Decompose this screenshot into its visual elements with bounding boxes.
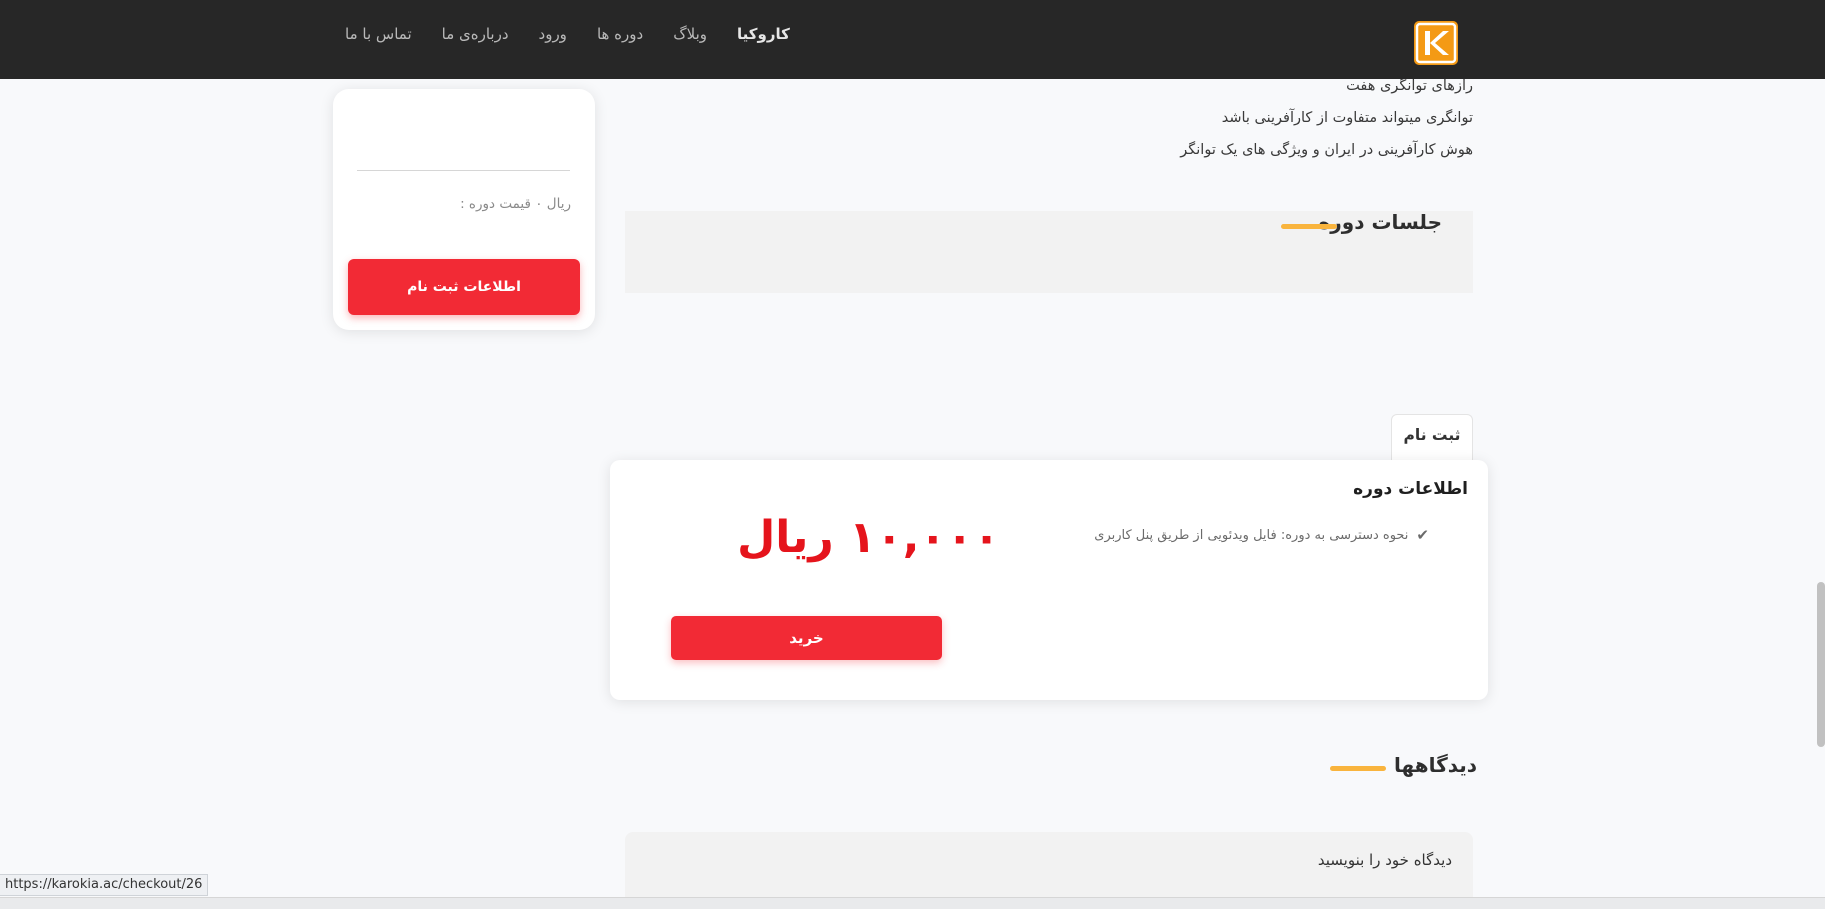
check-icon: ✔ xyxy=(1416,526,1429,544)
nav-item-home[interactable]: کاروکیا xyxy=(737,25,790,43)
divider xyxy=(357,170,570,171)
sessions-title: جلسات دوره xyxy=(1318,210,1442,234)
comments-title: دیدگاهها xyxy=(1394,753,1478,777)
list-item: توانگری میتواند متفاوت از کارآفرینی باشد xyxy=(1221,110,1473,126)
status-bar-url: https://karokia.ac/checkout/26 xyxy=(0,874,209,896)
horizontal-scrollbar[interactable] xyxy=(0,897,1825,909)
list-item: هوش کارآفرینی در ایران و ویژگی های یک تو… xyxy=(1180,142,1473,158)
buy-button[interactable]: خرید xyxy=(671,616,942,660)
course-info-card: اطلاعات دوره ✔ نحوه دسترسی به دوره: فایل… xyxy=(610,460,1488,700)
price-sidebar-card: ریال ۰ قیمت دوره : اطلاعات ثبت نام xyxy=(333,89,595,330)
course-access-feature: ✔ نحوه دسترسی به دوره: فایل ویدئویی از ط… xyxy=(1094,526,1429,544)
vertical-scrollbar-thumb[interactable] xyxy=(1817,582,1825,747)
feature-text: نحوه دسترسی به دوره: فایل ویدئویی از طری… xyxy=(1094,527,1409,543)
nav-item-login[interactable]: ورود xyxy=(539,25,567,43)
course-price: ۱۰,۰۰۰ ریال xyxy=(737,512,1000,563)
write-comment-label: دیدگاه خود را بنویسید xyxy=(1317,851,1452,869)
nav-item-blog[interactable]: وبلاگ xyxy=(673,25,707,43)
nav-item-contact[interactable]: تماس با ما xyxy=(345,25,412,43)
karokia-logo-icon[interactable] xyxy=(1414,21,1458,65)
course-info-title: اطلاعات دوره xyxy=(1353,479,1468,499)
course-price-label: ریال ۰ قیمت دوره : xyxy=(460,196,571,212)
title-accent-bar xyxy=(1330,766,1386,771)
nav-item-courses[interactable]: دوره ها xyxy=(597,25,643,43)
main-menu: کاروکیا وبلاگ دوره ها ورود درباره‌ی ما ت… xyxy=(345,22,790,46)
course-sessions-section: جلسات دوره xyxy=(625,210,1473,293)
top-navbar: کاروکیا وبلاگ دوره ها ورود درباره‌ی ما ت… xyxy=(0,0,1825,79)
registration-info-button[interactable]: اطلاعات ثبت نام xyxy=(348,259,580,315)
tab-register[interactable]: ثبت نام xyxy=(1391,414,1473,462)
title-accent-bar xyxy=(1281,224,1337,229)
course-topics-list: رازهای توانگری هفت توانگری میتواند متفاو… xyxy=(953,70,1473,166)
nav-item-about[interactable]: درباره‌ی ما xyxy=(442,25,509,43)
